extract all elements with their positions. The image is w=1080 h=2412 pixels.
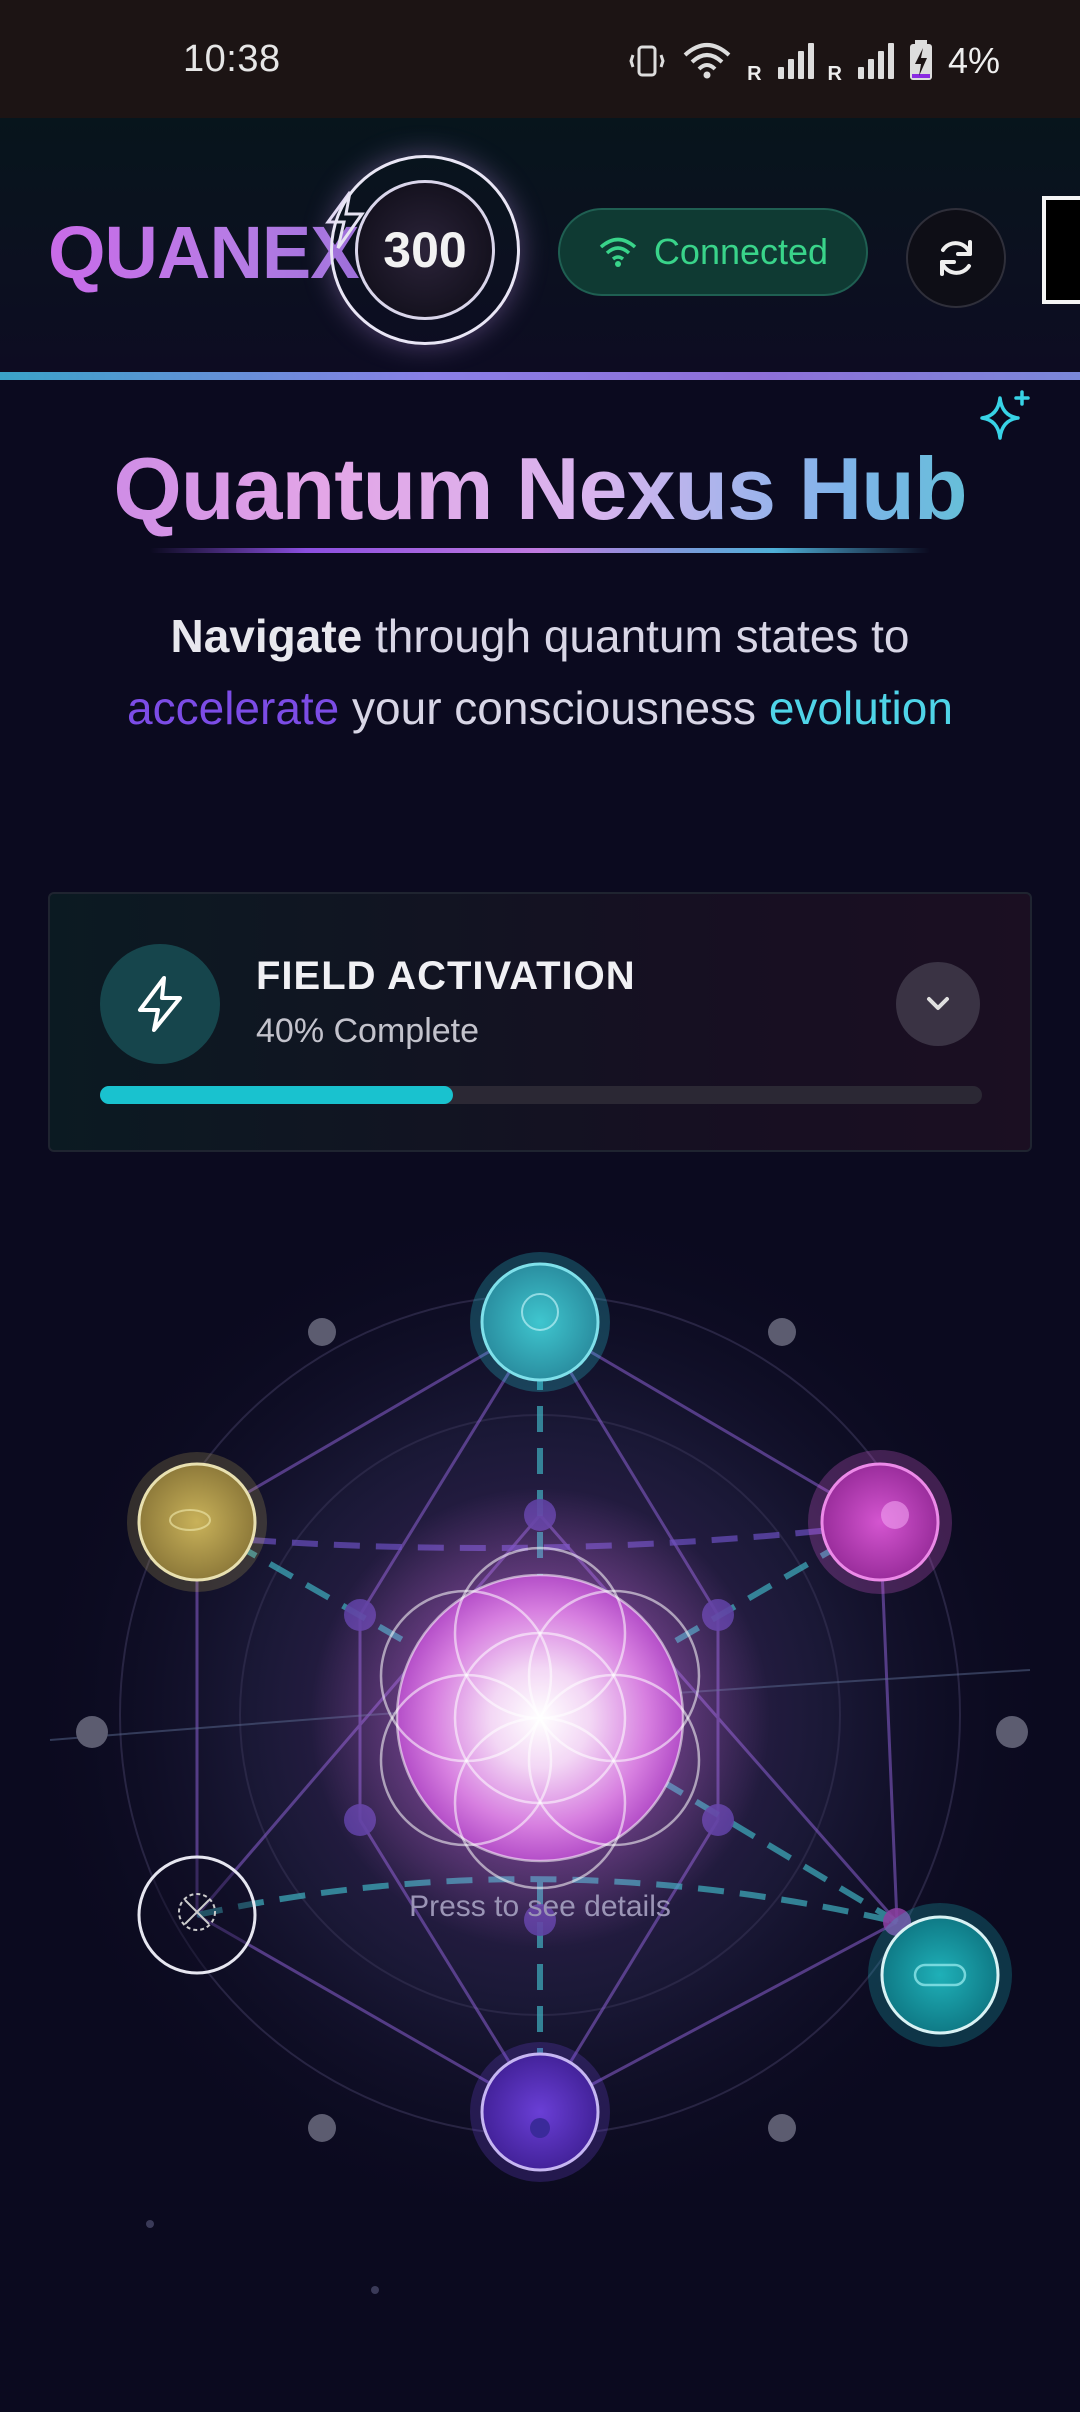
battery-charging-icon — [909, 40, 932, 80]
score-value: 300 — [355, 180, 495, 320]
status-bar: 10:38 R R 4% — [0, 0, 1080, 118]
menu-button[interactable] — [1042, 196, 1080, 304]
subtitle-bold: Navigate — [170, 610, 363, 662]
sparkle-icon — [980, 390, 1030, 440]
connection-status-button[interactable]: Connected — [558, 208, 868, 296]
violet-node[interactable] — [470, 2042, 610, 2182]
lightning-icon — [138, 976, 182, 1032]
roaming-label-2: R — [827, 63, 842, 85]
refresh-button[interactable] — [906, 208, 1006, 308]
connection-label: Connected — [653, 231, 829, 272]
header-divider — [0, 372, 1080, 380]
expand-button[interactable] — [896, 962, 980, 1046]
card-icon-badge — [100, 944, 220, 1064]
subtitle-text-1: through quantum states to — [362, 610, 910, 662]
page-title: Quantum Nexus Hub — [0, 438, 1080, 540]
status-icons: R R 4% — [627, 36, 1000, 86]
field-activation-card[interactable]: FIELD ACTIVATION 40% Complete — [48, 892, 1032, 1152]
quantum-network-visualization[interactable] — [0, 1180, 1080, 2300]
subtitle-highlight-evolution: evolution — [768, 682, 953, 734]
chevron-down-icon — [927, 997, 949, 1010]
wifi-icon — [599, 237, 637, 267]
refresh-icon — [940, 240, 972, 276]
visualization-hint: Press to see details — [409, 1890, 671, 1923]
score-badge[interactable]: 300 — [330, 155, 520, 345]
signal-icon-1 — [777, 43, 814, 79]
card-status: 40% Complete — [256, 1012, 480, 1050]
battery-percent: 4% — [947, 40, 1000, 81]
gold-node[interactable] — [127, 1452, 267, 1592]
card-title: FIELD ACTIVATION — [256, 954, 636, 998]
roaming-label-1: R — [747, 63, 762, 85]
subtitle-highlight-accelerate: accelerate — [127, 682, 340, 734]
app-logo: QUANEX — [48, 211, 360, 294]
page-subtitle: Navigate through quantum states to accel… — [60, 600, 1020, 744]
vibrate-icon — [629, 45, 665, 77]
cyan-node[interactable] — [470, 1252, 610, 1392]
teal-node[interactable] — [868, 1903, 1012, 2047]
subtitle-text-2: your consciousness — [339, 682, 769, 734]
magenta-node[interactable] — [808, 1450, 952, 1594]
progress-track — [100, 1086, 982, 1104]
status-time: 10:38 — [183, 38, 281, 80]
wifi-icon — [683, 43, 731, 79]
title-underline — [150, 548, 930, 553]
central-core-node[interactable] — [379, 1546, 701, 1890]
signal-icon-2 — [857, 43, 894, 79]
progress-fill — [100, 1086, 453, 1104]
